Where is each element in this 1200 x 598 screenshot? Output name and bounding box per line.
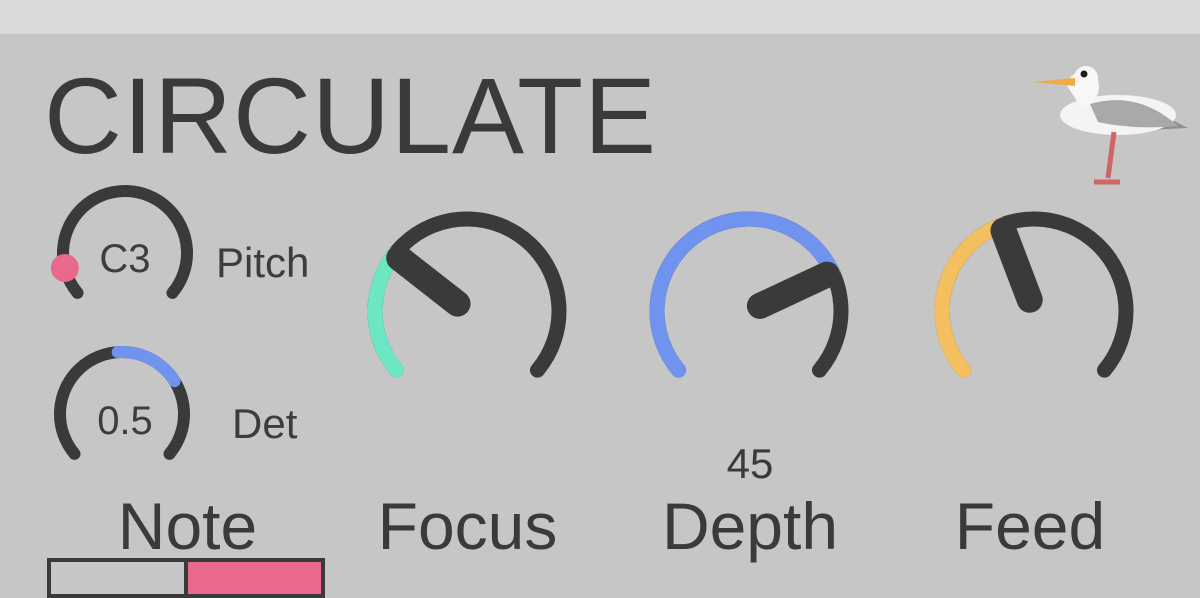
- depth-value: 45: [726, 440, 774, 487]
- pitch-knob[interactable]: C3: [50, 178, 200, 318]
- window-top-bar: [0, 0, 1200, 34]
- plugin-title: CIRCULATE: [44, 55, 658, 176]
- det-value: 0.5: [97, 399, 153, 443]
- depth-knob[interactable]: [637, 203, 862, 408]
- note-section-label: Note: [117, 489, 258, 563]
- depth-label: Depth: [661, 489, 839, 563]
- det-knob[interactable]: 0.5: [50, 338, 200, 478]
- focus-knob[interactable]: [355, 203, 580, 408]
- pitch-label: Pitch: [216, 239, 310, 286]
- note-mode-toggle[interactable]: [47, 558, 325, 598]
- focus-label: Focus: [377, 489, 558, 563]
- pitch-value: C3: [99, 237, 151, 281]
- feed-label: Feed: [954, 489, 1106, 563]
- toggle-segment-off[interactable]: [51, 562, 188, 594]
- det-label: Det: [232, 400, 298, 447]
- toggle-segment-on[interactable]: [188, 562, 321, 594]
- feed-knob[interactable]: [922, 203, 1147, 408]
- seagull-icon: [1028, 60, 1198, 200]
